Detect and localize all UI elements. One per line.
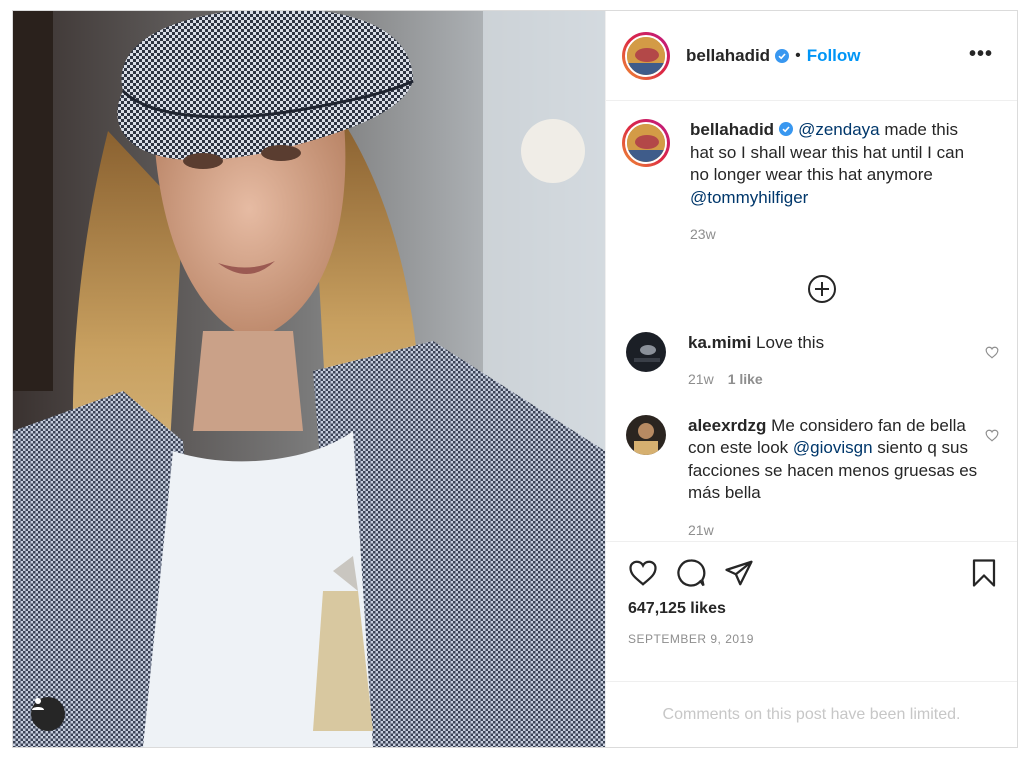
comment-like-heart-icon[interactable] bbox=[985, 346, 999, 359]
comments-list[interactable]: bellahadid @zendaya made this hat so I sh… bbox=[606, 101, 1017, 541]
paper-plane-icon[interactable] bbox=[724, 558, 754, 588]
post-photo-image bbox=[13, 11, 605, 747]
post-header: bellahadid • Follow ••• bbox=[606, 11, 1017, 101]
likes-count[interactable]: 647,125 likes bbox=[628, 600, 1001, 618]
post-date: SEPTEMBER 9, 2019 bbox=[628, 632, 754, 646]
user-tag-icon[interactable] bbox=[31, 697, 65, 731]
caption-avatar[interactable] bbox=[622, 119, 670, 167]
caption-body: bellahadid @zendaya made this hat so I sh… bbox=[690, 119, 980, 246]
comment-text: Love this bbox=[756, 332, 825, 352]
caption-username[interactable]: bellahadid bbox=[690, 120, 774, 139]
comment-meta: 21w 1 like bbox=[688, 368, 978, 391]
caption-age: 23w bbox=[690, 226, 716, 242]
header-separator: • bbox=[795, 46, 801, 64]
comment-mention[interactable]: @giovisgn bbox=[793, 438, 873, 457]
post-dialog: bellahadid • Follow ••• bellahadid @zenda… bbox=[12, 10, 1018, 748]
comment-age: 21w bbox=[688, 521, 714, 538]
comment-username[interactable]: aleexrdzg bbox=[688, 416, 766, 435]
load-more-comments-button[interactable] bbox=[622, 274, 1001, 304]
comment-icon[interactable] bbox=[676, 558, 706, 588]
comment-age: 21w bbox=[688, 371, 714, 387]
caption-mention-zendaya[interactable]: @zendaya bbox=[798, 120, 880, 139]
author-avatar[interactable] bbox=[622, 31, 670, 80]
comment-body: aleexrdzg Me considero fan de bella con … bbox=[688, 415, 978, 542]
post-side-panel: bellahadid • Follow ••• bellahadid @zenda… bbox=[605, 11, 1017, 747]
comment-item: ka.mimi Love this 21w 1 like bbox=[626, 331, 1001, 391]
comment-like-heart-icon[interactable] bbox=[985, 429, 999, 442]
comment-likes[interactable]: 1 like bbox=[728, 371, 763, 387]
commenter-avatar[interactable] bbox=[626, 331, 666, 372]
post-actions: 647,125 likes SEPTEMBER 9, 2019 bbox=[606, 541, 1017, 681]
comment-item: aleexrdzg Me considero fan de bella con … bbox=[626, 414, 1001, 542]
verified-badge-icon bbox=[775, 48, 790, 63]
plus-circle-icon bbox=[807, 274, 836, 303]
more-options-icon[interactable]: ••• bbox=[969, 43, 993, 66]
verified-badge-icon bbox=[779, 122, 794, 136]
comments-limited-notice: Comments on this post have been limited. bbox=[606, 681, 1017, 747]
comment-body: ka.mimi Love this 21w 1 like bbox=[688, 332, 978, 391]
comment-username[interactable]: ka.mimi bbox=[688, 333, 751, 352]
heart-icon[interactable] bbox=[628, 559, 658, 587]
bookmark-icon[interactable] bbox=[971, 558, 997, 593]
caption: bellahadid @zendaya made this hat so I sh… bbox=[622, 119, 1001, 246]
author-username[interactable]: bellahadid bbox=[686, 46, 770, 66]
commenter-avatar[interactable] bbox=[626, 414, 666, 455]
action-icons bbox=[628, 558, 1001, 588]
follow-button[interactable]: Follow bbox=[807, 46, 861, 66]
post-photo[interactable] bbox=[13, 11, 605, 747]
caption-mention-tommyhilfiger[interactable]: @tommyhilfiger bbox=[690, 188, 808, 207]
